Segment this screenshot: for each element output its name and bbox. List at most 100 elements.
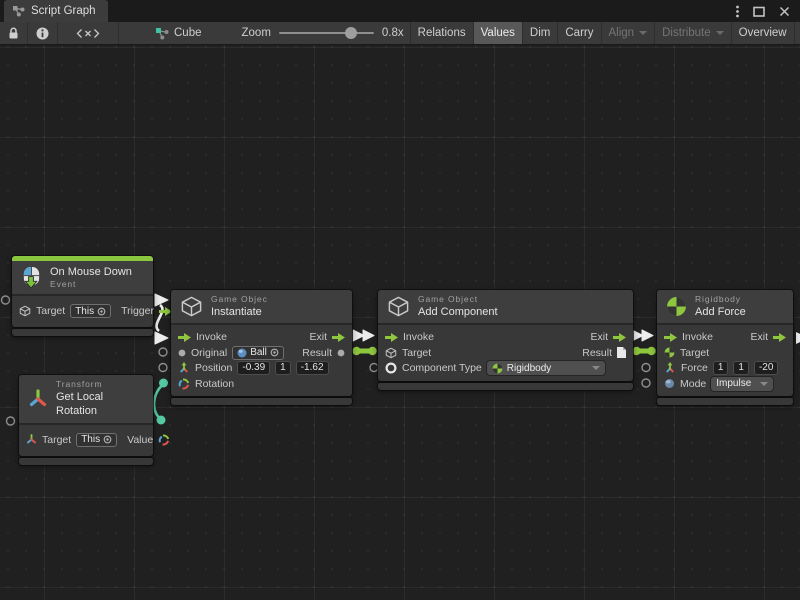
info-button[interactable]	[28, 22, 58, 44]
dim-button[interactable]: Dim	[523, 22, 558, 44]
zoom-label: Zoom	[242, 27, 271, 39]
original-object-field[interactable]: Ball	[232, 346, 284, 360]
value-dot-icon[interactable]	[178, 349, 186, 357]
flow-arrow-icon[interactable]	[664, 333, 677, 342]
cube-icon	[385, 347, 397, 359]
tab-label: Script Graph	[31, 5, 96, 17]
node-title: Add Force	[695, 305, 746, 319]
zoom-value: 0.8x	[382, 27, 404, 39]
transform-axis-icon	[26, 434, 37, 445]
node-on-mouse-down[interactable]: On Mouse Down Event Target This	[12, 256, 153, 336]
component-type-value: Rigidbody	[507, 363, 551, 374]
cube-icon	[387, 295, 410, 318]
node-add-force[interactable]: Rigidbody Add Force Invoke Exit	[657, 290, 793, 405]
node-category: Game Object	[418, 294, 498, 305]
mode-dropdown[interactable]: Impulse	[711, 377, 773, 391]
position-icon	[178, 362, 190, 374]
position-y-input[interactable]: 1	[275, 361, 291, 375]
wire-arrow-invoke-addforce	[642, 330, 653, 341]
target-value: This	[81, 434, 100, 445]
node-instantiate[interactable]: Game Objec Instantiate Invoke Exit	[171, 290, 352, 405]
object-picker-icon[interactable]	[270, 348, 279, 357]
flow-arrow-icon[interactable]	[178, 333, 191, 342]
node-title: On Mouse Down	[50, 265, 132, 279]
flow-arrow-icon[interactable]	[613, 333, 626, 342]
distribute-button[interactable]: Distribute	[655, 22, 732, 44]
kebab-menu-icon[interactable]	[736, 5, 739, 18]
port-instantiate-position	[159, 364, 167, 372]
rotation-icon	[178, 378, 190, 390]
port-addforce-mode	[642, 379, 650, 387]
carry-button[interactable]: Carry	[558, 22, 601, 44]
force-label: Force	[681, 362, 708, 374]
close-icon[interactable]	[779, 6, 790, 17]
node-category: Rigidbody	[695, 294, 746, 305]
rigidbody-icon	[492, 363, 503, 374]
tab-script-graph[interactable]: Script Graph	[4, 0, 108, 22]
component-type-dropdown[interactable]: Rigidbody	[487, 361, 605, 375]
zoom-slider[interactable]	[279, 32, 374, 34]
component-type-label: Component Type	[402, 362, 482, 374]
node-title: Instantiate	[211, 305, 268, 319]
target-object-field[interactable]: This	[70, 304, 111, 318]
position-x-input[interactable]: -0.39	[237, 361, 270, 375]
chevron-down-icon	[592, 366, 600, 370]
node-title: Get Local Rotation	[56, 390, 144, 419]
port-addforce-target-connected	[647, 347, 655, 355]
values-button[interactable]: Values	[474, 22, 523, 44]
node-get-local-rotation[interactable]: Transform Get Local Rotation Target This	[19, 375, 153, 465]
code-view-button[interactable]	[58, 22, 119, 44]
value-label: Value	[127, 434, 153, 446]
rotation-icon	[158, 434, 170, 446]
value-dot-icon[interactable]	[337, 349, 345, 357]
lock-button[interactable]	[0, 22, 28, 44]
target-object-field[interactable]: This	[76, 433, 117, 447]
wire-arrow-invoke-in	[155, 332, 168, 344]
force-y-input[interactable]: 1	[733, 361, 749, 375]
result-label: Result	[302, 347, 332, 359]
object-picker-icon[interactable]	[97, 307, 106, 316]
exit-label: Exit	[309, 331, 327, 343]
toolbar: Cube Zoom 0.8x Relations Values Dim Carr…	[0, 22, 800, 45]
node-footer	[657, 398, 793, 405]
flow-arrow-icon[interactable]	[332, 333, 345, 342]
flow-arrow-icon[interactable]	[773, 333, 786, 342]
target-value: This	[75, 306, 94, 317]
lock-icon	[8, 27, 19, 40]
wire-arrow-invoke-addcomponent	[363, 330, 374, 341]
exit-label: Exit	[750, 331, 768, 343]
port-onmousedown-target	[2, 296, 10, 304]
force-x-input[interactable]: 1	[713, 361, 729, 375]
port-getlocalrotation-target	[7, 417, 15, 425]
node-footer	[12, 329, 153, 336]
port-instantiate-rotation-connected	[159, 379, 168, 388]
maximize-icon[interactable]	[753, 6, 765, 17]
position-icon	[664, 362, 676, 374]
force-z-input[interactable]: -20	[754, 361, 778, 375]
align-button[interactable]: Align	[602, 22, 656, 44]
port-addforce-exit	[796, 332, 800, 344]
overview-button[interactable]: Overview	[732, 22, 795, 44]
mode-label: Mode	[680, 378, 706, 390]
wire-arrow-exit-addcomponent	[632, 330, 643, 341]
align-label: Align	[609, 27, 635, 39]
zoom-slider-thumb[interactable]	[345, 27, 357, 39]
port-addcomponent-target-connected	[368, 347, 376, 355]
document-icon[interactable]	[617, 347, 626, 358]
port-addcomponent-result-connected	[632, 347, 640, 355]
chevron-down-icon	[639, 31, 647, 35]
node-footer	[19, 458, 153, 465]
type-ring-icon[interactable]	[385, 362, 397, 374]
target-label: Target	[36, 305, 65, 317]
position-z-input[interactable]: -1.62	[296, 361, 329, 375]
node-footer	[378, 383, 633, 390]
target-label: Target	[680, 347, 709, 359]
graph-canvas[interactable]: On Mouse Down Event Target This	[0, 45, 800, 600]
relations-button[interactable]: Relations	[411, 22, 474, 44]
node-add-component[interactable]: Game Object Add Component Invoke Exit	[378, 290, 633, 390]
object-picker-icon[interactable]	[103, 435, 112, 444]
script-graph-window: Script Graph	[0, 0, 800, 600]
breadcrumb[interactable]: Cube	[149, 22, 208, 44]
fullscreen-button[interactable]: Full Screen	[795, 22, 800, 44]
flow-arrow-icon[interactable]	[385, 333, 398, 342]
